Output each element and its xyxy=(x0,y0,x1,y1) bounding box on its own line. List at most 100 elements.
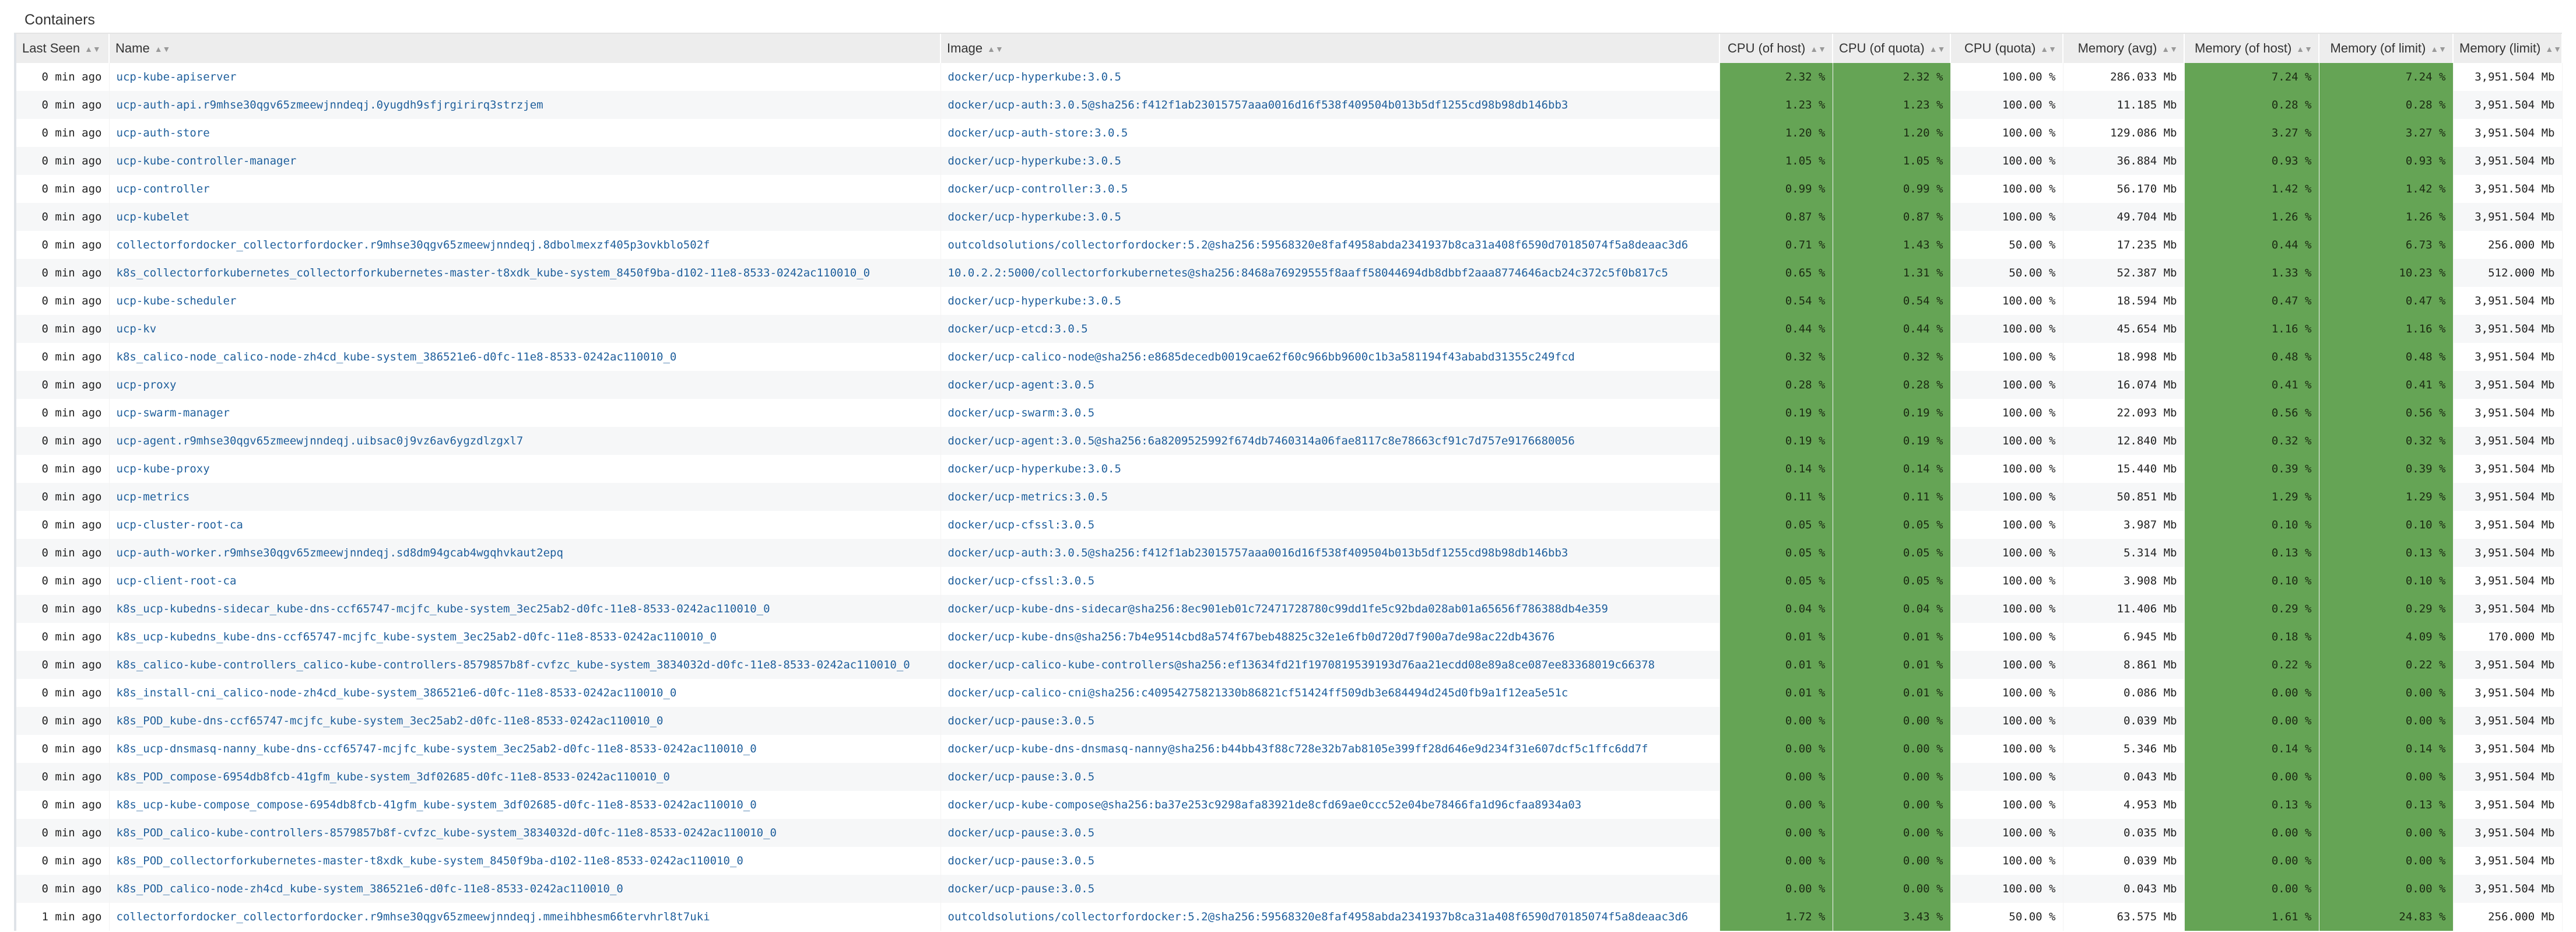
table-row[interactable]: 0 min ago ucp-client-root-ca docker/ucp-cf… xyxy=(16,567,2563,595)
table-row[interactable]: 0 min ago k8s_calico-kube-controllers_cal… xyxy=(16,651,2563,679)
table-row[interactable]: 0 min ago ucp-agent.r9mhse30qgv65zmeewjnn… xyxy=(16,427,2563,455)
name-link[interactable]: k8s_POD_calico-node-zh4cd_kube-system_38… xyxy=(109,875,941,903)
name-link[interactable]: k8s_ucp-kube-compose_compose-6954db8fcb-… xyxy=(109,791,941,819)
table-row[interactable]: 0 min ago k8s_POD_collectorforkubernetes-… xyxy=(16,847,2563,875)
image-link[interactable]: docker/ucp-pause:3.0.5 xyxy=(940,707,1720,735)
table-row[interactable]: 0 min ago ucp-kube-proxy docker/ucp-hyperk… xyxy=(16,455,2563,483)
name-link[interactable]: ucp-agent.r9mhse30qgv65zmeewjnndeqj.uibs… xyxy=(109,427,941,455)
image-link[interactable]: docker/ucp-auth-store:3.0.5 xyxy=(940,119,1720,147)
name-link[interactable]: k8s_POD_calico-kube-controllers-8579857b… xyxy=(109,819,941,847)
col-header-name[interactable]: Name ▲▼ xyxy=(109,34,941,63)
image-link[interactable]: docker/ucp-pause:3.0.5 xyxy=(940,847,1720,875)
name-link[interactable]: ucp-kube-scheduler xyxy=(109,287,941,315)
image-link[interactable]: 10.0.2.2:5000/collectorforkubernetes@sha… xyxy=(940,259,1720,287)
col-header-memory-of-host[interactable]: Memory (of host) ▲▼ xyxy=(2184,34,2319,63)
name-link[interactable]: k8s_collectorforkubernetes_collectorfork… xyxy=(109,259,941,287)
table-row[interactable]: 0 min ago k8s_POD_kube-dns-ccf65747-mcjfc… xyxy=(16,707,2563,735)
name-link[interactable]: ucp-kv xyxy=(109,315,941,343)
table-row[interactable]: 0 min ago k8s_POD_compose-6954db8fcb-41gf… xyxy=(16,763,2563,791)
name-link[interactable]: ucp-swarm-manager xyxy=(109,399,941,427)
name-link[interactable]: ucp-kube-apiserver xyxy=(109,63,941,91)
image-link[interactable]: docker/ucp-controller:3.0.5 xyxy=(940,175,1720,203)
name-link[interactable]: ucp-proxy xyxy=(109,371,941,399)
name-link[interactable]: ucp-kubelet xyxy=(109,203,941,231)
image-link[interactable]: docker/ucp-calico-node@sha256:e8685deced… xyxy=(940,343,1720,371)
image-link[interactable]: docker/ucp-kube-compose@sha256:ba37e253c… xyxy=(940,791,1720,819)
table-row[interactable]: 0 min ago ucp-proxy docker/ucp-agent:3.0.5… xyxy=(16,371,2563,399)
table-row[interactable]: 0 min ago k8s_POD_calico-node-zh4cd_kube-… xyxy=(16,875,2563,903)
table-row[interactable]: 0 min ago ucp-controller docker/ucp-contro… xyxy=(16,175,2563,203)
name-link[interactable]: ucp-auth-store xyxy=(109,119,941,147)
name-link[interactable]: k8s_calico-node_calico-node-zh4cd_kube-s… xyxy=(109,343,941,371)
image-link[interactable]: docker/ucp-calico-kube-controllers@sha25… xyxy=(940,651,1720,679)
image-link[interactable]: docker/ucp-cfssl:3.0.5 xyxy=(940,511,1720,539)
image-link[interactable]: docker/ucp-kube-dns@sha256:7b4e9514cbd8a… xyxy=(940,623,1720,651)
image-link[interactable]: docker/ucp-cfssl:3.0.5 xyxy=(940,567,1720,595)
name-link[interactable]: k8s_ucp-kubedns_kube-dns-ccf65747-mcjfc_… xyxy=(109,623,941,651)
table-row[interactable]: 0 min ago k8s_calico-node_calico-node-zh4… xyxy=(16,343,2563,371)
name-link[interactable]: k8s_ucp-dnsmasq-nanny_kube-dns-ccf65747-… xyxy=(109,735,941,763)
name-link[interactable]: ucp-controller xyxy=(109,175,941,203)
image-link[interactable]: docker/ucp-pause:3.0.5 xyxy=(940,819,1720,847)
image-link[interactable]: docker/ucp-auth:3.0.5@sha256:f412f1ab230… xyxy=(940,91,1720,119)
name-link[interactable]: ucp-kube-proxy xyxy=(109,455,941,483)
table-row[interactable]: 1 min ago collectorfordocker_collectorfor… xyxy=(16,903,2563,931)
image-link[interactable]: outcoldsolutions/collectorfordocker:5.2@… xyxy=(940,903,1720,931)
table-row[interactable]: 0 min ago k8s_ucp-kubedns_kube-dns-ccf657… xyxy=(16,623,2563,651)
table-row[interactable]: 0 min ago k8s_ucp-kube-compose_compose-69… xyxy=(16,791,2563,819)
table-row[interactable]: 0 min ago ucp-auth-store docker/ucp-auth-s… xyxy=(16,119,2563,147)
name-link[interactable]: k8s_POD_collectorforkubernetes-master-t8… xyxy=(109,847,941,875)
name-link[interactable]: collectorfordocker_collectorfordocker.r9… xyxy=(109,903,941,931)
image-link[interactable]: docker/ucp-hyperkube:3.0.5 xyxy=(940,203,1720,231)
image-link[interactable]: docker/ucp-hyperkube:3.0.5 xyxy=(940,63,1720,91)
name-link[interactable]: k8s_POD_kube-dns-ccf65747-mcjfc_kube-sys… xyxy=(109,707,941,735)
table-row[interactable]: 0 min ago ucp-kube-scheduler docker/ucp-hy… xyxy=(16,287,2563,315)
table-row[interactable]: 0 min ago ucp-auth-api.r9mhse30qgv65zmeew… xyxy=(16,91,2563,119)
name-link[interactable]: k8s_ucp-kubedns-sidecar_kube-dns-ccf6574… xyxy=(109,595,941,623)
col-header-cpu-quota[interactable]: CPU (quota) ▲▼ xyxy=(1950,34,2063,63)
col-header-cpu-of-host[interactable]: CPU (of host) ▲▼ xyxy=(1719,34,1833,63)
table-row[interactable]: 0 min ago ucp-kube-controller-manager dock… xyxy=(16,147,2563,175)
image-link[interactable]: docker/ucp-auth:3.0.5@sha256:f412f1ab230… xyxy=(940,539,1720,567)
name-link[interactable]: ucp-kube-controller-manager xyxy=(109,147,941,175)
table-row[interactable]: 0 min ago ucp-swarm-manager docker/ucp-swa… xyxy=(16,399,2563,427)
image-link[interactable]: docker/ucp-hyperkube:3.0.5 xyxy=(940,147,1720,175)
table-row[interactable]: 0 min ago ucp-metrics docker/ucp-metrics:3… xyxy=(16,483,2563,511)
name-link[interactable]: ucp-cluster-root-ca xyxy=(109,511,941,539)
name-link[interactable]: ucp-client-root-ca xyxy=(109,567,941,595)
col-header-last-seen[interactable]: Last Seen ▲▼ xyxy=(16,34,110,63)
image-link[interactable]: docker/ucp-pause:3.0.5 xyxy=(940,763,1720,791)
col-header-memory-of-limit[interactable]: Memory (of limit) ▲▼ xyxy=(2319,34,2454,63)
name-link[interactable]: collectorfordocker_collectorfordocker.r9… xyxy=(109,231,941,259)
name-link[interactable]: k8s_install-cni_calico-node-zh4cd_kube-s… xyxy=(109,679,941,707)
image-link[interactable]: docker/ucp-swarm:3.0.5 xyxy=(940,399,1720,427)
table-row[interactable]: 0 min ago ucp-kube-apiserver docker/ucp-hy… xyxy=(16,63,2563,91)
name-link[interactable]: ucp-auth-worker.r9mhse30qgv65zmeewjnndeq… xyxy=(109,539,941,567)
image-link[interactable]: docker/ucp-kube-dns-dnsmasq-nanny@sha256… xyxy=(940,735,1720,763)
name-link[interactable]: k8s_POD_compose-6954db8fcb-41gfm_kube-sy… xyxy=(109,763,941,791)
table-row[interactable]: 0 min ago ucp-kv docker/ucp-etcd:3.0.5 0.44… xyxy=(16,315,2563,343)
image-link[interactable]: docker/ucp-pause:3.0.5 xyxy=(940,875,1720,903)
image-link[interactable]: docker/ucp-kube-dns-sidecar@sha256:8ec90… xyxy=(940,595,1720,623)
image-link[interactable]: docker/ucp-agent:3.0.5 xyxy=(940,371,1720,399)
image-link[interactable]: docker/ucp-hyperkube:3.0.5 xyxy=(940,455,1720,483)
image-link[interactable]: docker/ucp-calico-cni@sha256:c4095427582… xyxy=(940,679,1720,707)
image-link[interactable]: docker/ucp-agent:3.0.5@sha256:6a82095259… xyxy=(940,427,1720,455)
col-header-cpu-of-quota[interactable]: CPU (of quota) ▲▼ xyxy=(1833,34,1951,63)
table-row[interactable]: 0 min ago ucp-cluster-root-ca docker/ucp-c… xyxy=(16,511,2563,539)
table-row[interactable]: 0 min ago k8s_collectorforkubernetes_coll… xyxy=(16,259,2563,287)
name-link[interactable]: ucp-auth-api.r9mhse30qgv65zmeewjnndeqj.0… xyxy=(109,91,941,119)
col-header-memory-limit[interactable]: Memory (limit) ▲▼ xyxy=(2453,34,2563,63)
table-row[interactable]: 0 min ago k8s_ucp-dnsmasq-nanny_kube-dns-… xyxy=(16,735,2563,763)
name-link[interactable]: ucp-metrics xyxy=(109,483,941,511)
table-row[interactable]: 0 min ago k8s_install-cni_calico-node-zh4… xyxy=(16,679,2563,707)
table-row[interactable]: 0 min ago ucp-auth-worker.r9mhse30qgv65zm… xyxy=(16,539,2563,567)
image-link[interactable]: docker/ucp-metrics:3.0.5 xyxy=(940,483,1720,511)
image-link[interactable]: docker/ucp-etcd:3.0.5 xyxy=(940,315,1720,343)
col-header-image[interactable]: Image ▲▼ xyxy=(940,34,1720,63)
col-header-memory-avg[interactable]: Memory (avg) ▲▼ xyxy=(2063,34,2185,63)
image-link[interactable]: docker/ucp-hyperkube:3.0.5 xyxy=(940,287,1720,315)
table-row[interactable]: 0 min ago ucp-kubelet docker/ucp-hyperkube… xyxy=(16,203,2563,231)
image-link[interactable]: outcoldsolutions/collectorfordocker:5.2@… xyxy=(940,231,1720,259)
table-row[interactable]: 0 min ago k8s_ucp-kubedns-sidecar_kube-dn… xyxy=(16,595,2563,623)
